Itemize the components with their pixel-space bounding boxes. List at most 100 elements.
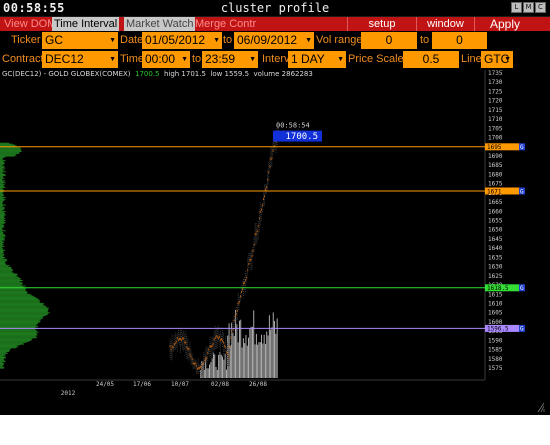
- volume-profile-bar: [0, 234, 5, 236]
- volume-profile-bar: [0, 363, 4, 365]
- price-cluster: [169, 345, 171, 348]
- volume-profile-bar: [0, 317, 43, 319]
- volume-profile-bar: [0, 280, 23, 282]
- volume-profile-bar: [0, 266, 9, 268]
- volume-bar: [226, 369, 227, 378]
- volume-profile-bar: [0, 308, 48, 310]
- volume-profile-bar: [0, 322, 38, 324]
- volume-bar: [270, 329, 272, 378]
- time-tick-label: 24/05: [96, 381, 114, 388]
- volume-bar: [209, 364, 210, 378]
- volume-profile-bar: [0, 156, 6, 158]
- volume-profile-bar: [0, 356, 6, 358]
- price-cluster: [209, 345, 211, 347]
- volume-profile-bar: [0, 305, 46, 307]
- volume-profile-bar: [0, 358, 4, 360]
- price-cluster: [255, 232, 257, 235]
- volume-profile-bar: [0, 265, 10, 267]
- volume-profile-bar: [0, 203, 3, 205]
- volume-profile-bar: [0, 303, 44, 305]
- volume-profile-bar: [0, 179, 3, 181]
- volume-profile-bar: [0, 252, 4, 254]
- price-tick-label: 1630: [488, 264, 503, 271]
- volume-profile-bar: [0, 204, 6, 206]
- volume-profile-bar: [0, 315, 46, 317]
- volume-profile-bar: [0, 171, 6, 173]
- volume-profile-bar: [0, 199, 5, 201]
- price-cluster: [258, 217, 260, 220]
- volume-profile-bar: [0, 253, 3, 255]
- price-cluster: [178, 339, 179, 342]
- volume-bar: [231, 322, 233, 378]
- volume-profile-bar: [0, 161, 4, 163]
- volume-profile-bar: [0, 298, 39, 300]
- volume-bar: [248, 337, 249, 378]
- volume-profile-bar: [0, 329, 37, 331]
- volume-bar: [265, 343, 266, 378]
- volume-profile-bar: [0, 220, 6, 222]
- volume-profile-bar: [0, 353, 6, 355]
- volume-profile-bar: [0, 262, 6, 264]
- price-cluster: [224, 344, 226, 347]
- volume-bar: [219, 352, 221, 378]
- volume-profile-bar: [0, 184, 5, 186]
- price-cluster: [202, 363, 204, 366]
- volume-profile-bar: [0, 264, 7, 266]
- volume-profile-bar: [0, 243, 3, 245]
- volume-profile-bar: [0, 210, 6, 212]
- volume-bar: [228, 323, 230, 378]
- price-cluster: [192, 362, 194, 365]
- price-chart[interactable]: 1735 1730 1725 1720 1715 1710 1705 1700 1695 1690…: [0, 0, 550, 415]
- volume-bar: [232, 333, 234, 378]
- price-tick-label: 1590: [488, 337, 503, 344]
- price-cluster: [240, 295, 241, 298]
- volume-profile-bar: [0, 301, 40, 303]
- price-tick-label: 1635: [488, 254, 503, 261]
- volume-bar: [237, 342, 239, 378]
- volume-profile-bar: [0, 180, 6, 182]
- volume-profile-bar: [0, 364, 3, 366]
- volume-profile-bar: [0, 340, 29, 342]
- price-cluster: [267, 178, 269, 181]
- volume-bar: [205, 358, 207, 378]
- level-price-label: 1671: [487, 188, 502, 195]
- volume-profile-bar: [0, 256, 5, 258]
- price-cluster: [211, 345, 213, 347]
- volume-profile-bar: [0, 347, 17, 349]
- price-cluster: [172, 346, 174, 349]
- volume-profile-bar: [0, 279, 21, 281]
- price-cluster: [214, 337, 216, 339]
- volume-profile-bar: [0, 150, 22, 152]
- volume-profile-bar: [0, 352, 8, 354]
- volume-bar: [254, 344, 256, 378]
- volume-profile-bar: [0, 258, 7, 260]
- volume-profile-bar: [0, 251, 4, 253]
- volume-profile-bar: [0, 362, 3, 364]
- volume-bar: [250, 326, 252, 378]
- volume-profile-bar: [0, 295, 34, 297]
- price-cluster: [230, 336, 232, 339]
- price-cluster: [196, 368, 198, 370]
- price-cluster: [244, 281, 246, 284]
- volume-profile-bar: [0, 248, 3, 250]
- volume-profile-bar: [0, 276, 18, 278]
- volume-profile-bar: [0, 159, 3, 161]
- volume-bar: [207, 368, 209, 378]
- price-cluster: [218, 335, 220, 338]
- price-cluster: [173, 343, 175, 346]
- cursor-time-label: 00:58:54: [276, 122, 310, 130]
- price-tick-label: 1645: [488, 236, 503, 243]
- price-cluster: [201, 367, 202, 370]
- volume-profile-bar: [0, 312, 50, 314]
- volume-profile-bar: [0, 196, 3, 198]
- volume-profile-bar: [0, 346, 19, 348]
- volume-profile-bar: [0, 318, 41, 320]
- volume-profile-bar: [0, 239, 5, 241]
- volume-profile-bar: [0, 206, 3, 208]
- volume-profile-bar: [0, 168, 3, 170]
- volume-profile-bar: [0, 218, 6, 220]
- volume-profile-bar: [0, 142, 9, 144]
- volume-profile-bar: [0, 343, 25, 345]
- price-cluster: [203, 362, 205, 365]
- price-cluster: [220, 339, 221, 342]
